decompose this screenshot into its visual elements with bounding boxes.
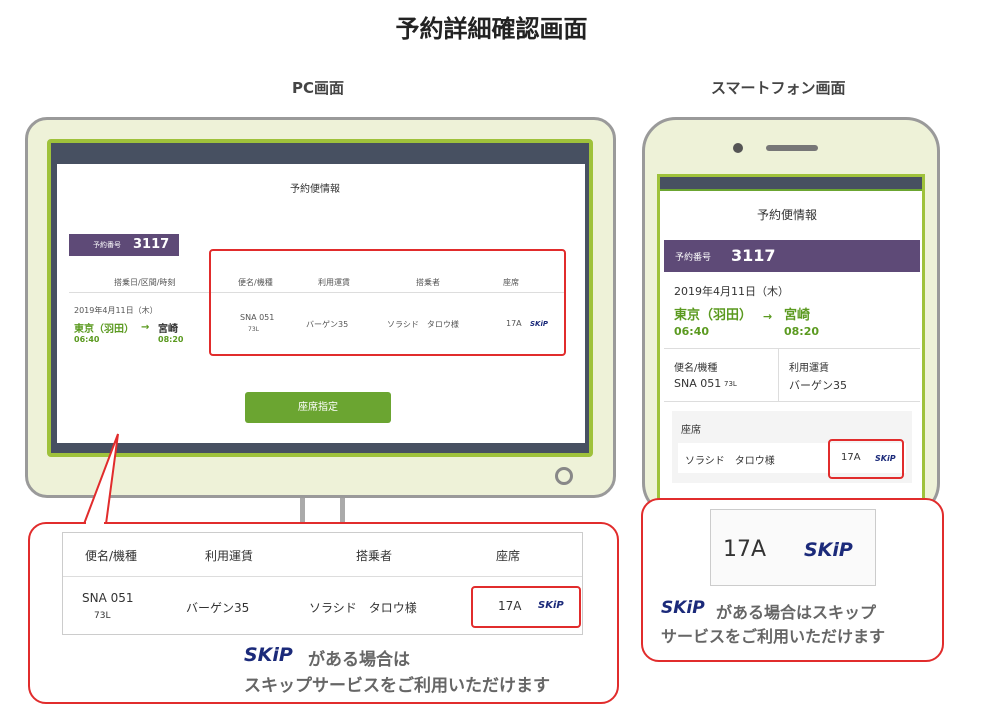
sp-note-skip-icon: SKiP	[661, 598, 705, 618]
sp-zoom-seat: 17A	[723, 537, 767, 562]
sp-flight-label: 便名/機種	[674, 363, 718, 374]
divider	[664, 348, 920, 349]
sp-fare: バーゲン35	[789, 379, 847, 392]
divider	[63, 576, 582, 577]
sp-screen-title: 予約便情報	[757, 208, 818, 222]
zoom-skip-icon: SKiP	[538, 600, 564, 611]
zoom-fare: バーゲン35	[186, 601, 250, 615]
sp-date: 2019年4月11日（木）	[674, 285, 789, 298]
zoom-aircraft: 73L	[94, 611, 111, 621]
zoom-col-flight: 便名/機種	[85, 549, 138, 563]
sp-to: 宮崎	[784, 308, 811, 323]
sp-top-bar	[660, 177, 922, 191]
sp-reservation-number: 3117	[731, 246, 776, 265]
sp-passenger: ソラシド タロウ様	[685, 456, 775, 467]
sp-zoom-skip-icon: SKiP	[804, 539, 853, 561]
sp-arr-time: 08:20	[784, 325, 820, 338]
sp-seat-label: 座席	[681, 425, 701, 436]
sp-note-line2: サービスをご利用いただけます	[661, 627, 886, 646]
sp-dep-time: 06:40	[674, 325, 710, 338]
sp-arrow-icon: →	[763, 310, 773, 323]
camera-icon	[733, 143, 743, 153]
zoom-col-fare: 利用運賃	[205, 549, 254, 563]
sp-aircraft: 73L	[724, 380, 737, 388]
sp-from: 東京（羽田）	[674, 308, 753, 323]
zoom-passenger: ソラシド タロウ様	[309, 601, 417, 615]
pc-note-skip-icon: SKiP	[244, 644, 293, 666]
sp-flight: SNA 051	[674, 377, 722, 390]
pc-note-line2: スキップサービスをご利用いただけます	[244, 676, 550, 696]
divider	[664, 401, 920, 402]
sp-reservation-bar: 予約番号 3117	[664, 240, 920, 272]
sp-fare-label: 利用運賃	[789, 363, 829, 374]
sp-reservation-label: 予約番号	[675, 253, 712, 263]
divider	[778, 349, 779, 401]
zoom-col-seat: 座席	[496, 549, 521, 563]
zoom-seat-highlight	[471, 586, 581, 628]
zoom-col-passenger: 搭乗者	[356, 549, 393, 563]
sp-seat: 17A	[841, 452, 861, 463]
pc-note-line1: がある場合は	[308, 650, 410, 670]
speaker-icon	[766, 145, 818, 151]
zoom-flight: SNA 051	[82, 591, 134, 605]
sp-skip-icon: SKiP	[875, 454, 896, 463]
sp-note-line1: がある場合はスキップ	[716, 603, 877, 622]
zoom-seat: 17A	[498, 599, 522, 613]
